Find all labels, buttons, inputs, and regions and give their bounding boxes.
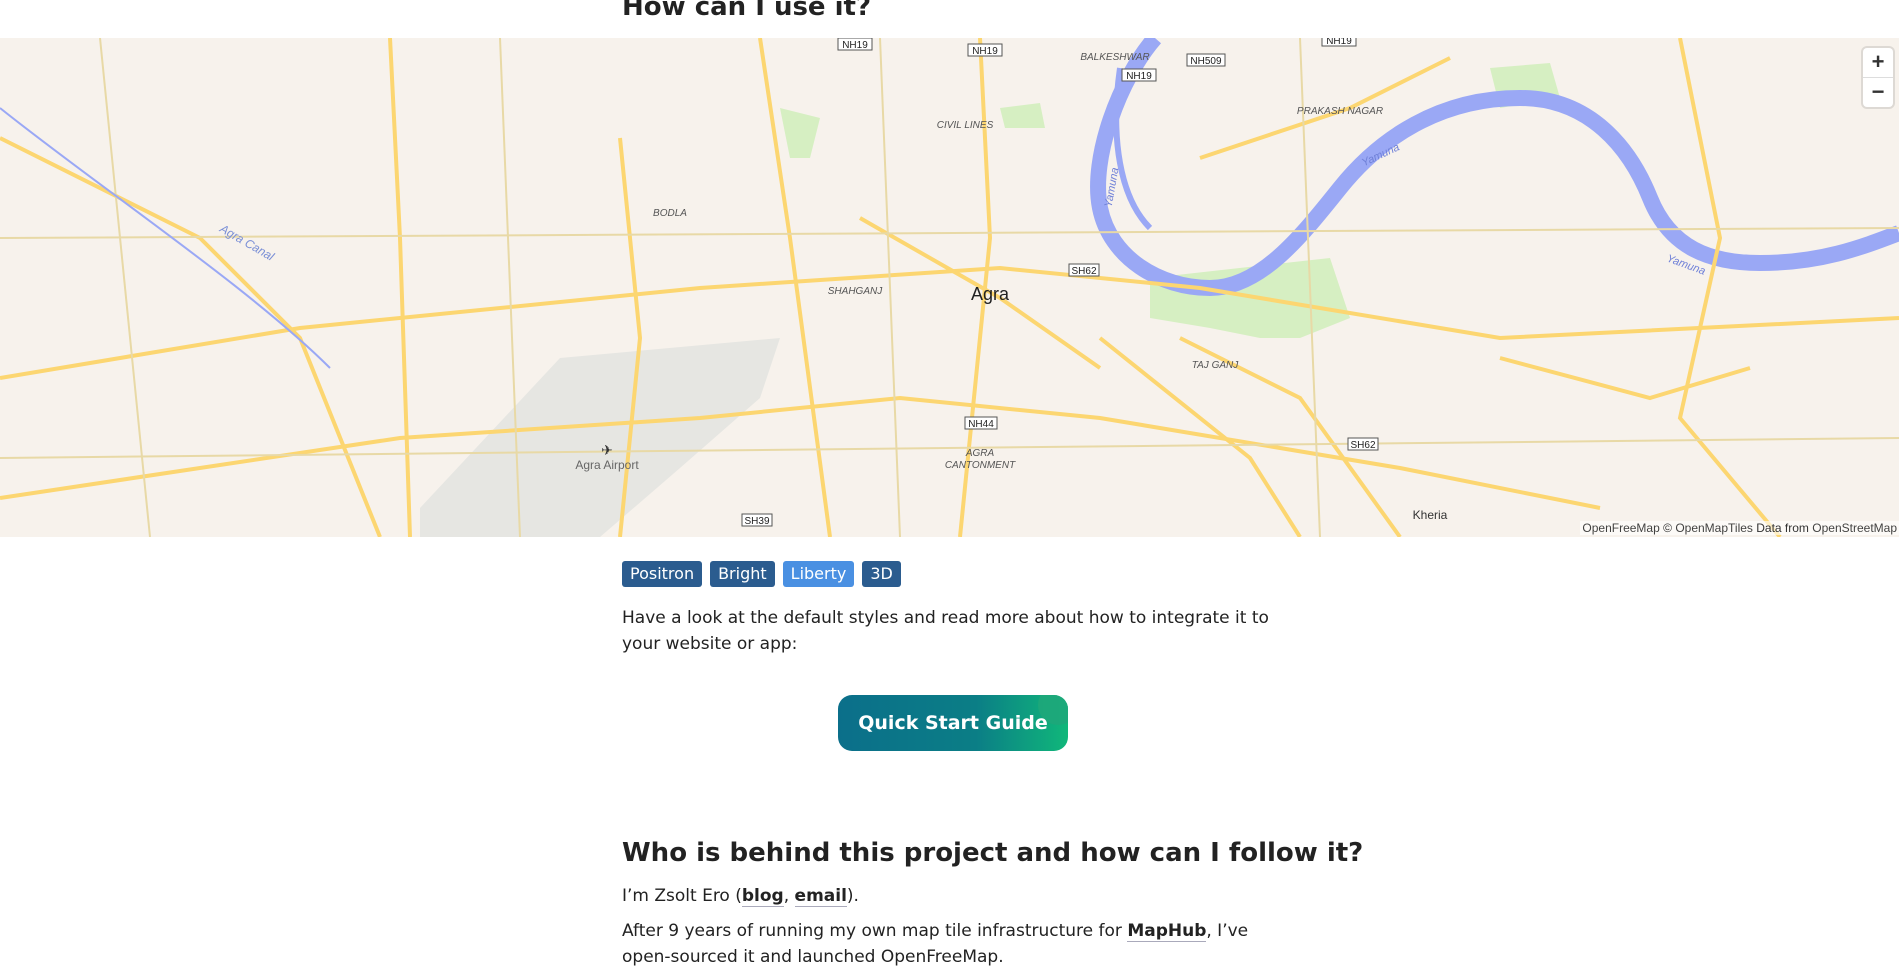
section-heading-who: Who is behind this project and how can I… <box>622 838 1364 868</box>
zoom-in-button[interactable]: + <box>1863 48 1893 77</box>
map-label-city: Agra <box>971 284 1010 304</box>
style-button-3d[interactable]: 3D <box>862 561 901 587</box>
intro-paragraph: Have a look at the default styles and re… <box>622 608 1269 654</box>
shield-nh19: NH19 <box>1326 38 1352 47</box>
map-label-taj-ganj: TAJ GANJ <box>1192 360 1239 371</box>
map-label-kheria: Kheria <box>1413 508 1448 522</box>
history-paragraph: After 9 years of running my own map tile… <box>622 918 1282 970</box>
zoom-out-button[interactable]: − <box>1863 77 1893 107</box>
maphub-link[interactable]: MapHub <box>1127 921 1207 942</box>
shield-nh509: NH509 <box>1190 56 1222 67</box>
style-button-bright[interactable]: Bright <box>710 561 775 587</box>
attribution-copy: © <box>1663 521 1672 535</box>
map-style-switcher: Positron Bright Liberty 3D <box>622 561 901 587</box>
quick-start-guide-button[interactable]: Quick Start Guide <box>838 695 1068 751</box>
map-label-civil-lines: CIVIL LINES <box>937 120 994 131</box>
author-prefix: I’m Zsolt Ero ( <box>622 886 742 906</box>
quick-start-label: Quick Start Guide <box>858 712 1048 734</box>
zoom-control: + − <box>1863 48 1893 107</box>
author-separator: , <box>783 886 795 906</box>
map-park <box>780 108 820 158</box>
map-attribution: OpenFreeMap © OpenMapTiles Data from Ope… <box>1580 521 1899 535</box>
shield-nh19: NH19 <box>842 40 868 51</box>
map-label-airport: Agra Airport <box>575 458 639 472</box>
email-link[interactable]: email <box>794 886 847 907</box>
history-prefix: After 9 years of running my own map tile… <box>622 921 1128 941</box>
map-label-agra-canal: Agra Canal <box>217 221 277 264</box>
map-label-agra-cantonment: CANTONMENT <box>945 460 1016 471</box>
map-canvas[interactable]: Agra CIVIL LINES BALKESHWAR PRAKASH NAGA… <box>0 38 1899 537</box>
author-paragraph: I’m Zsolt Ero (blog, email). <box>622 883 1282 909</box>
map-label-prakash-nagar: PRAKASH NAGAR <box>1297 106 1383 117</box>
map-label-bodla: BODLA <box>653 208 687 219</box>
map-view[interactable]: Agra CIVIL LINES BALKESHWAR PRAKASH NAGA… <box>0 38 1899 537</box>
shield-sh39: SH39 <box>744 516 769 527</box>
shield-nh44: NH44 <box>968 419 994 430</box>
map-label-agra-cantonment: AGRA <box>965 448 995 459</box>
map-airport-icon: ✈ <box>601 443 613 459</box>
attribution-openfreemap-link[interactable]: OpenFreeMap <box>1582 521 1659 535</box>
shield-sh62: SH62 <box>1350 440 1375 451</box>
map-label-balkeshwar: BALKESHWAR <box>1080 52 1149 63</box>
shield-sh62: SH62 <box>1071 266 1096 277</box>
map-park <box>1000 103 1045 128</box>
map-airport-area <box>420 338 780 537</box>
shield-nh19: NH19 <box>972 46 998 57</box>
author-suffix: ). <box>846 886 859 906</box>
style-button-positron[interactable]: Positron <box>622 561 703 587</box>
attribution-openmaptiles-link[interactable]: OpenMapTiles <box>1675 521 1753 535</box>
shield-nh19: NH19 <box>1126 71 1152 82</box>
map-label-shahganj: SHAHGANJ <box>828 286 883 297</box>
attribution-data-from: Data from <box>1756 521 1809 535</box>
blog-link[interactable]: blog <box>741 886 784 907</box>
section-heading-how: How can I use it? <box>622 0 872 22</box>
style-button-liberty[interactable]: Liberty <box>782 561 855 587</box>
attribution-osm-link[interactable]: OpenStreetMap <box>1812 521 1897 535</box>
